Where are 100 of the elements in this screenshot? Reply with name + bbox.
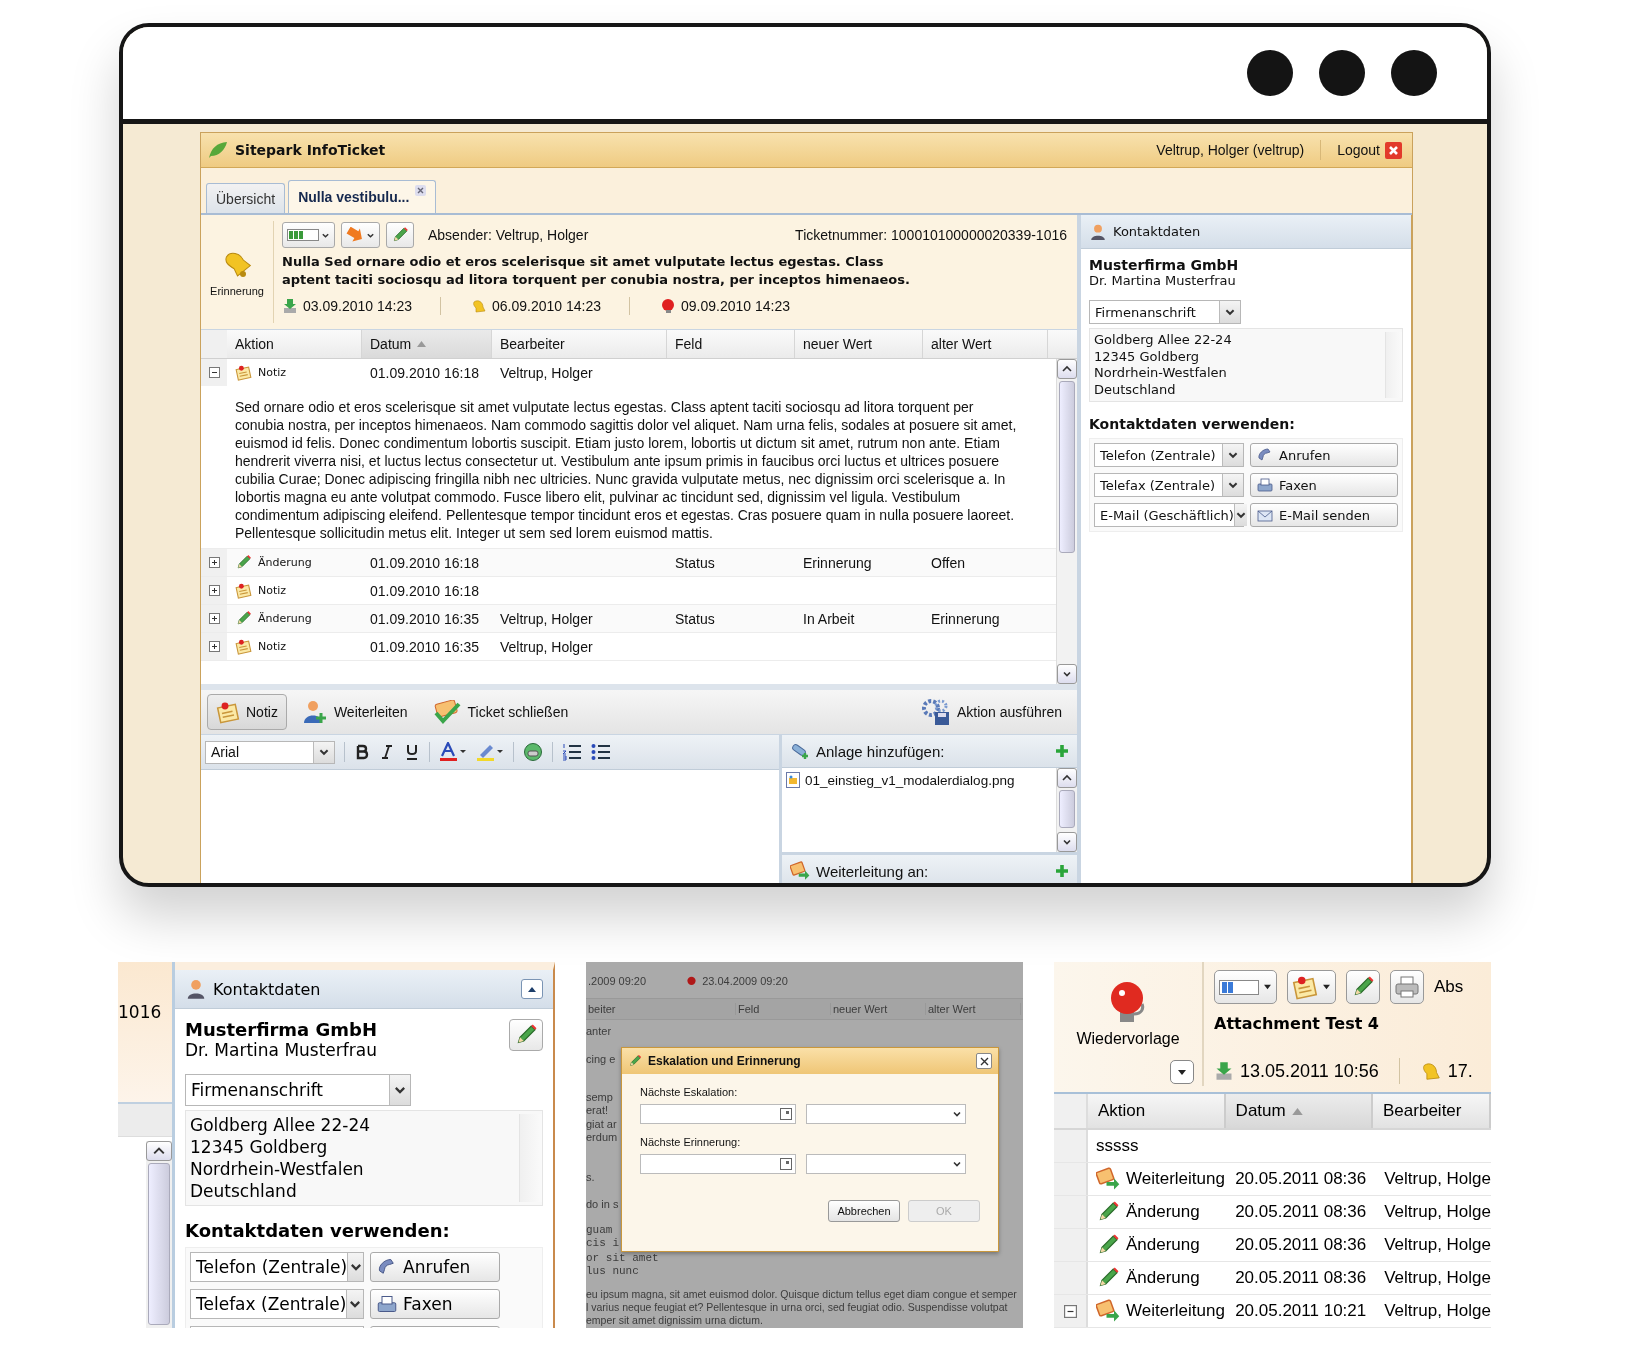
scroll-up-icon[interactable] [1062, 774, 1072, 782]
address-type-select[interactable]: Firmenanschrift [185, 1074, 411, 1106]
editor-cell: Veltrup, Holge [1384, 1169, 1491, 1189]
edit-button[interactable] [509, 1019, 543, 1051]
calendar-icon[interactable] [780, 1158, 792, 1170]
code-fragment: or sit amet [586, 1252, 660, 1265]
channel-select[interactable]: E-Mail (Geschäftlich) [1094, 503, 1244, 527]
address-line: Nordrhein-Westfalen [190, 1158, 365, 1180]
execute-action-button[interactable]: Aktion ausführen [911, 694, 1071, 730]
address-line: 12345 Goldberg [190, 1136, 329, 1158]
contact-action-button[interactable]: E-Mail senden [1250, 503, 1398, 527]
priority-bar-icon [1219, 979, 1259, 995]
bold-icon[interactable] [354, 744, 370, 760]
column-header[interactable]: alter Wert [923, 330, 1048, 358]
highlight-icon[interactable] [476, 742, 504, 762]
column-header[interactable]: Bearbeiter [492, 330, 667, 358]
expand-toggle-icon[interactable] [208, 585, 220, 596]
collapse-button[interactable] [521, 979, 543, 999]
bullet-list-icon[interactable] [591, 743, 611, 761]
date-cell: 20.05.2011 08:36 [1235, 1202, 1367, 1222]
calendar-icon[interactable] [780, 1108, 792, 1120]
logout-button[interactable]: Logout [1337, 141, 1402, 159]
print-button[interactable] [1390, 970, 1424, 1004]
channel-select[interactable]: Telefax (Zentrale) [1094, 473, 1244, 497]
note-icon [235, 364, 252, 381]
phone-icon [377, 1257, 397, 1277]
row-text: sssss [1095, 1136, 1139, 1156]
table-header [118, 1104, 172, 1137]
code-fragment: guam [586, 1224, 614, 1237]
close-icon[interactable] [415, 185, 427, 196]
old-value-cell: Offen [931, 554, 965, 571]
expand-toggle-icon[interactable] [208, 557, 220, 568]
status-dropdown[interactable] [341, 222, 380, 248]
edit-button[interactable] [386, 222, 414, 248]
contact-action-button[interactable]: Anrufen [1250, 443, 1398, 467]
underline-icon[interactable] [404, 744, 420, 760]
add-icon[interactable] [1055, 864, 1069, 878]
collapse-toggle-icon[interactable] [208, 367, 220, 378]
add-icon[interactable] [1055, 744, 1069, 758]
new-value-cell: Erinnerung [803, 554, 872, 571]
column-header[interactable]: Bearbeiter [1373, 1094, 1491, 1128]
scroll-up-icon[interactable] [153, 1146, 165, 1156]
column-header[interactable]: Feld [667, 330, 795, 358]
panel-title: Kontaktdaten [213, 979, 321, 999]
company-name: Musterfirma GmbH [1089, 257, 1240, 273]
editor-cell: Veltrup, Holge [1384, 1268, 1491, 1288]
channel-select[interactable]: Telefon (Zentrale) [190, 1252, 364, 1282]
italic-icon[interactable] [379, 744, 395, 760]
dialog-button[interactable]: Abbrechen [828, 1200, 900, 1222]
expand-toggle-icon[interactable] [208, 613, 220, 624]
attachment-item[interactable]: 01_einstieg_v1_modalerdialog.png [786, 772, 1052, 788]
priority-dropdown[interactable] [282, 222, 335, 248]
edit-button[interactable] [1346, 970, 1380, 1004]
address-line: Goldberg Allee 22-24 [190, 1114, 372, 1136]
font-select[interactable]: Arial [205, 740, 335, 764]
channel-select[interactable]: Telefon (Zentrale) [1094, 443, 1244, 467]
channel-select[interactable]: Telefax (Zentrale) [190, 1289, 364, 1319]
numbered-list-icon[interactable] [562, 743, 582, 761]
address-line: Deutschland [190, 1180, 298, 1202]
alarm-bell-icon [660, 298, 676, 314]
caret-up-icon [527, 985, 537, 993]
column-header[interactable]: Datum [362, 330, 492, 358]
date-field[interactable] [640, 1154, 796, 1174]
address-type-select[interactable]: Firmenanschrift [1089, 300, 1241, 324]
close-button[interactable] [976, 1053, 992, 1069]
contact-action-button[interactable]: Faxen [1250, 473, 1398, 497]
column-header[interactable]: neuer Wert [795, 330, 923, 358]
note-dropdown[interactable] [1287, 970, 1336, 1004]
contact-action-button[interactable]: Faxen [370, 1289, 500, 1319]
scrollbar[interactable] [1056, 768, 1077, 852]
column-header: Feld [736, 1003, 831, 1015]
fax-icon [377, 1294, 397, 1314]
collapse-toggle-icon[interactable] [1063, 1304, 1077, 1318]
date-cell: 01.09.2010 16:18 [370, 554, 479, 571]
scrollbar[interactable] [146, 1141, 172, 1328]
forward-icon [790, 861, 810, 881]
action-button[interactable]: Notiz [207, 694, 287, 730]
tab[interactable]: Übersicht [206, 183, 286, 213]
scrollbar[interactable] [1056, 359, 1077, 684]
sender-text: Absender: Veltrup, Holger [428, 227, 589, 243]
contact-person: Dr. Martina Musterfrau [1089, 273, 1237, 288]
pencil-icon [235, 554, 252, 571]
date-cell: 20.05.2011 08:36 [1235, 1268, 1367, 1288]
action-button[interactable]: Ticket schließen [422, 694, 578, 730]
contact-action-button[interactable]: Anrufen [370, 1252, 500, 1282]
dropdown-button[interactable] [1170, 1060, 1194, 1084]
action-button[interactable]: Weiterleiten [292, 694, 417, 730]
pencil-icon [391, 226, 409, 244]
date-field[interactable] [640, 1104, 796, 1124]
ticket-date: .2009 09:20 [588, 974, 647, 989]
column-header[interactable]: Datum [1225, 1094, 1374, 1128]
globe-link-icon[interactable] [523, 742, 543, 762]
note-editor-field[interactable] [201, 770, 779, 883]
tab[interactable]: Nulla vestibulu... [288, 180, 437, 213]
paragraph-line: eu ipsum magna, sit amet euismod dolor. Quisque dictum tellus eget diam congue et semper [586, 1288, 1018, 1301]
priority-dropdown[interactable] [1214, 970, 1277, 1004]
scroll-up-icon[interactable] [1062, 365, 1072, 373]
editor-cell: Veltrup, Holger [500, 364, 593, 381]
expand-toggle-icon[interactable] [208, 641, 220, 652]
text-color-icon[interactable] [439, 742, 467, 762]
